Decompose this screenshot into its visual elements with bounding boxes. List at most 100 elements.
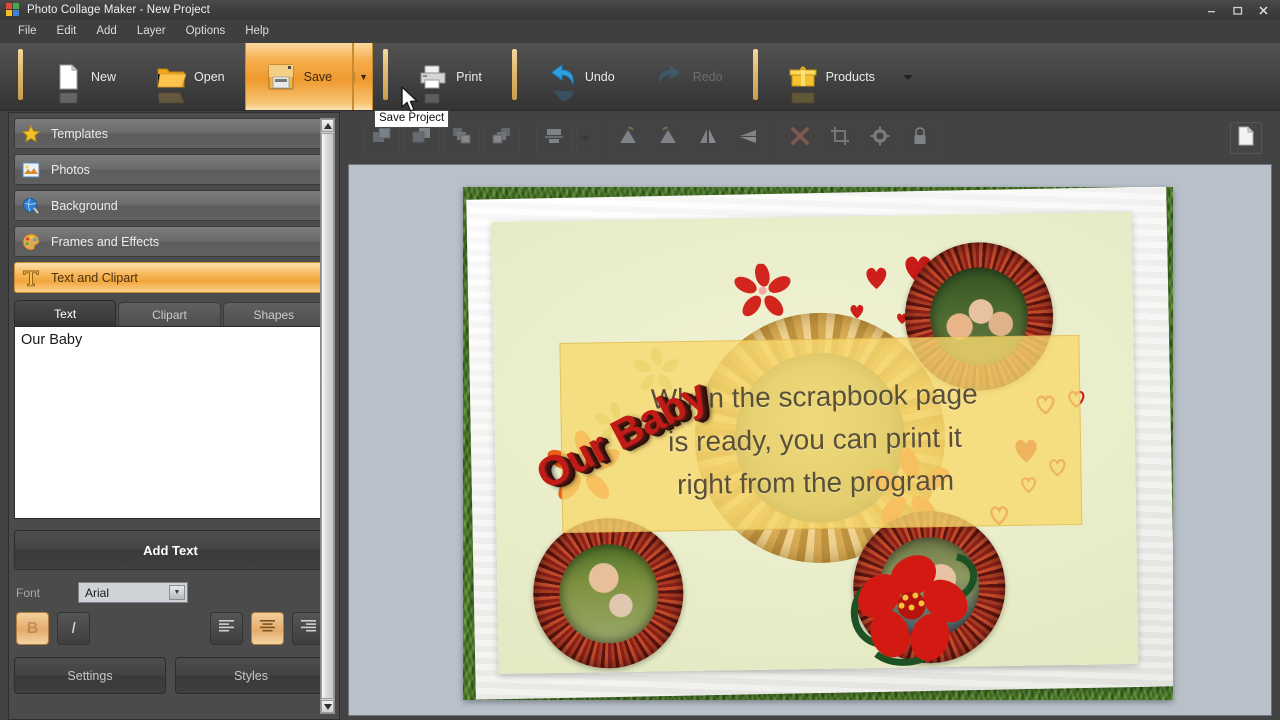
sidebar-item-templates[interactable]: Templates (14, 118, 327, 149)
chevron-down-icon[interactable]: ▼ (169, 585, 185, 600)
products-box-icon (788, 62, 818, 92)
scrapbook-page: When the scrapbook page is ready, you ca… (491, 212, 1139, 674)
window-controls (1198, 0, 1276, 20)
sidebar-item-label: Frames and Effects (51, 234, 160, 249)
canvas-toolbar (348, 112, 1272, 164)
flip-vertical-icon (737, 126, 759, 151)
save-dropdown-button[interactable]: ▼ (353, 43, 374, 110)
flip-horizontal-button[interactable] (690, 122, 726, 154)
rotate-right-button[interactable] (650, 122, 686, 154)
font-label: Font (16, 585, 41, 600)
align-button[interactable] (536, 122, 572, 154)
settings-gear-button[interactable] (862, 122, 898, 154)
align-icon (543, 126, 565, 151)
toolbar-divider-4 (752, 49, 758, 100)
sidebar-item-label: Background (51, 198, 118, 213)
main-toolbar: New Open Save ▼ Print Undo Redo Products (0, 43, 1280, 111)
canvas-area[interactable]: When the scrapbook page is ready, you ca… (348, 164, 1272, 716)
chevron-down-icon (902, 74, 913, 80)
align-center-icon (259, 619, 276, 638)
sidebar-item-label: Photos (51, 162, 90, 177)
products-dropdown-button[interactable] (895, 43, 921, 110)
sidebar-item-photos[interactable]: Photos (14, 154, 327, 185)
undo-icon-reflection (547, 91, 577, 104)
menu-item-options[interactable]: Options (176, 23, 236, 40)
align-dropdown-icon (580, 129, 590, 147)
align-center-button[interactable] (251, 612, 284, 645)
menu-item-help[interactable]: Help (235, 23, 279, 40)
crop-icon (830, 126, 850, 151)
rotate-left-icon (617, 126, 639, 151)
save-button[interactable]: Save (244, 43, 354, 110)
rotate-left-button[interactable] (610, 122, 646, 154)
menu-item-edit[interactable]: Edit (47, 23, 87, 40)
bold-button[interactable]: B (16, 612, 49, 645)
open-folder-icon (156, 62, 187, 92)
tab-shapes[interactable]: Shapes (222, 302, 325, 326)
save-button-label: Save (303, 69, 333, 84)
undo-button[interactable]: Undo (527, 43, 635, 110)
delete-button[interactable] (782, 122, 818, 154)
sidebar-item-background[interactable]: Background (14, 190, 327, 221)
printer-icon (418, 62, 448, 92)
globe-brush-icon (21, 196, 41, 216)
font-row: Font Arial ▼ (14, 582, 327, 603)
font-select[interactable]: Arial ▼ (78, 582, 188, 603)
tab-text[interactable]: Text (14, 300, 117, 326)
sidebar-item-frames-and-effects[interactable]: Frames and Effects (14, 226, 327, 257)
minimize-button[interactable] (1198, 0, 1224, 20)
scrollbar-thumb[interactable] (321, 133, 334, 699)
settings-button[interactable]: Settings (14, 657, 166, 694)
close-button[interactable] (1250, 0, 1276, 20)
maximize-button[interactable] (1224, 0, 1250, 20)
application-window: Photo Collage Maker - New Project File E… (0, 0, 1280, 720)
man-with-baby-photo-bottom-left[interactable] (532, 517, 685, 670)
products-button[interactable]: Products (768, 43, 895, 110)
crop-button[interactable] (822, 122, 858, 154)
page-icon (1238, 125, 1255, 151)
sidebar-item-text-and-clipart[interactable]: Text and Clipart (14, 262, 327, 293)
bring-to-front-button[interactable] (444, 122, 480, 154)
new-button-label: New (91, 69, 117, 84)
font-select-value: Arial (85, 585, 110, 600)
left-panel: Templates Photos Background Frames and E… (8, 112, 340, 720)
text-style-row: B I (14, 612, 327, 645)
open-button[interactable]: Open (136, 43, 245, 110)
left-panel-scrollbar[interactable] (320, 118, 335, 714)
send-to-back-button[interactable] (484, 122, 520, 154)
red-hibiscus-clipart (845, 545, 978, 667)
text-input-area[interactable]: Our Baby (14, 326, 327, 519)
scroll-down-arrow-icon[interactable] (321, 700, 334, 713)
flip-vertical-button[interactable] (730, 122, 766, 154)
flip-horizontal-icon (697, 126, 719, 151)
lock-button[interactable] (902, 122, 938, 154)
menu-item-file[interactable]: File (14, 23, 47, 40)
mouse-cursor-icon (400, 86, 420, 119)
menu-item-add[interactable]: Add (86, 23, 126, 40)
align-dropdown-button[interactable] (576, 122, 594, 154)
add-text-button[interactable]: Add Text (14, 530, 327, 570)
collage-preview[interactable]: When the scrapbook page is ready, you ca… (463, 187, 1173, 700)
redo-arrow-icon (655, 62, 685, 92)
open-button-label: Open (194, 69, 225, 84)
italic-button[interactable]: I (57, 612, 90, 645)
toolbar-divider-3 (511, 49, 517, 100)
menu-item-layer[interactable]: Layer (127, 23, 176, 40)
new-document-icon (53, 62, 83, 92)
tab-clipart[interactable]: Clipart (118, 302, 221, 326)
sidebar-item-label: Templates (51, 126, 108, 141)
styles-button[interactable]: Styles (175, 657, 327, 694)
open-icon-reflection (156, 92, 186, 104)
bring-forward-icon (371, 126, 393, 151)
menu-bar: File Edit Add Layer Options Help (0, 20, 1280, 43)
floppy-disk-icon (266, 62, 296, 92)
toolbar-divider-2 (383, 49, 389, 100)
page-button[interactable] (1230, 122, 1262, 154)
red-hearts-clipart (862, 264, 890, 295)
photo-icon (21, 160, 41, 180)
redo-button[interactable]: Redo (635, 43, 743, 110)
scroll-up-arrow-icon[interactable] (321, 119, 334, 132)
settings-gear-icon (870, 126, 890, 151)
new-button[interactable]: New (33, 43, 136, 110)
align-left-button[interactable] (210, 612, 243, 645)
